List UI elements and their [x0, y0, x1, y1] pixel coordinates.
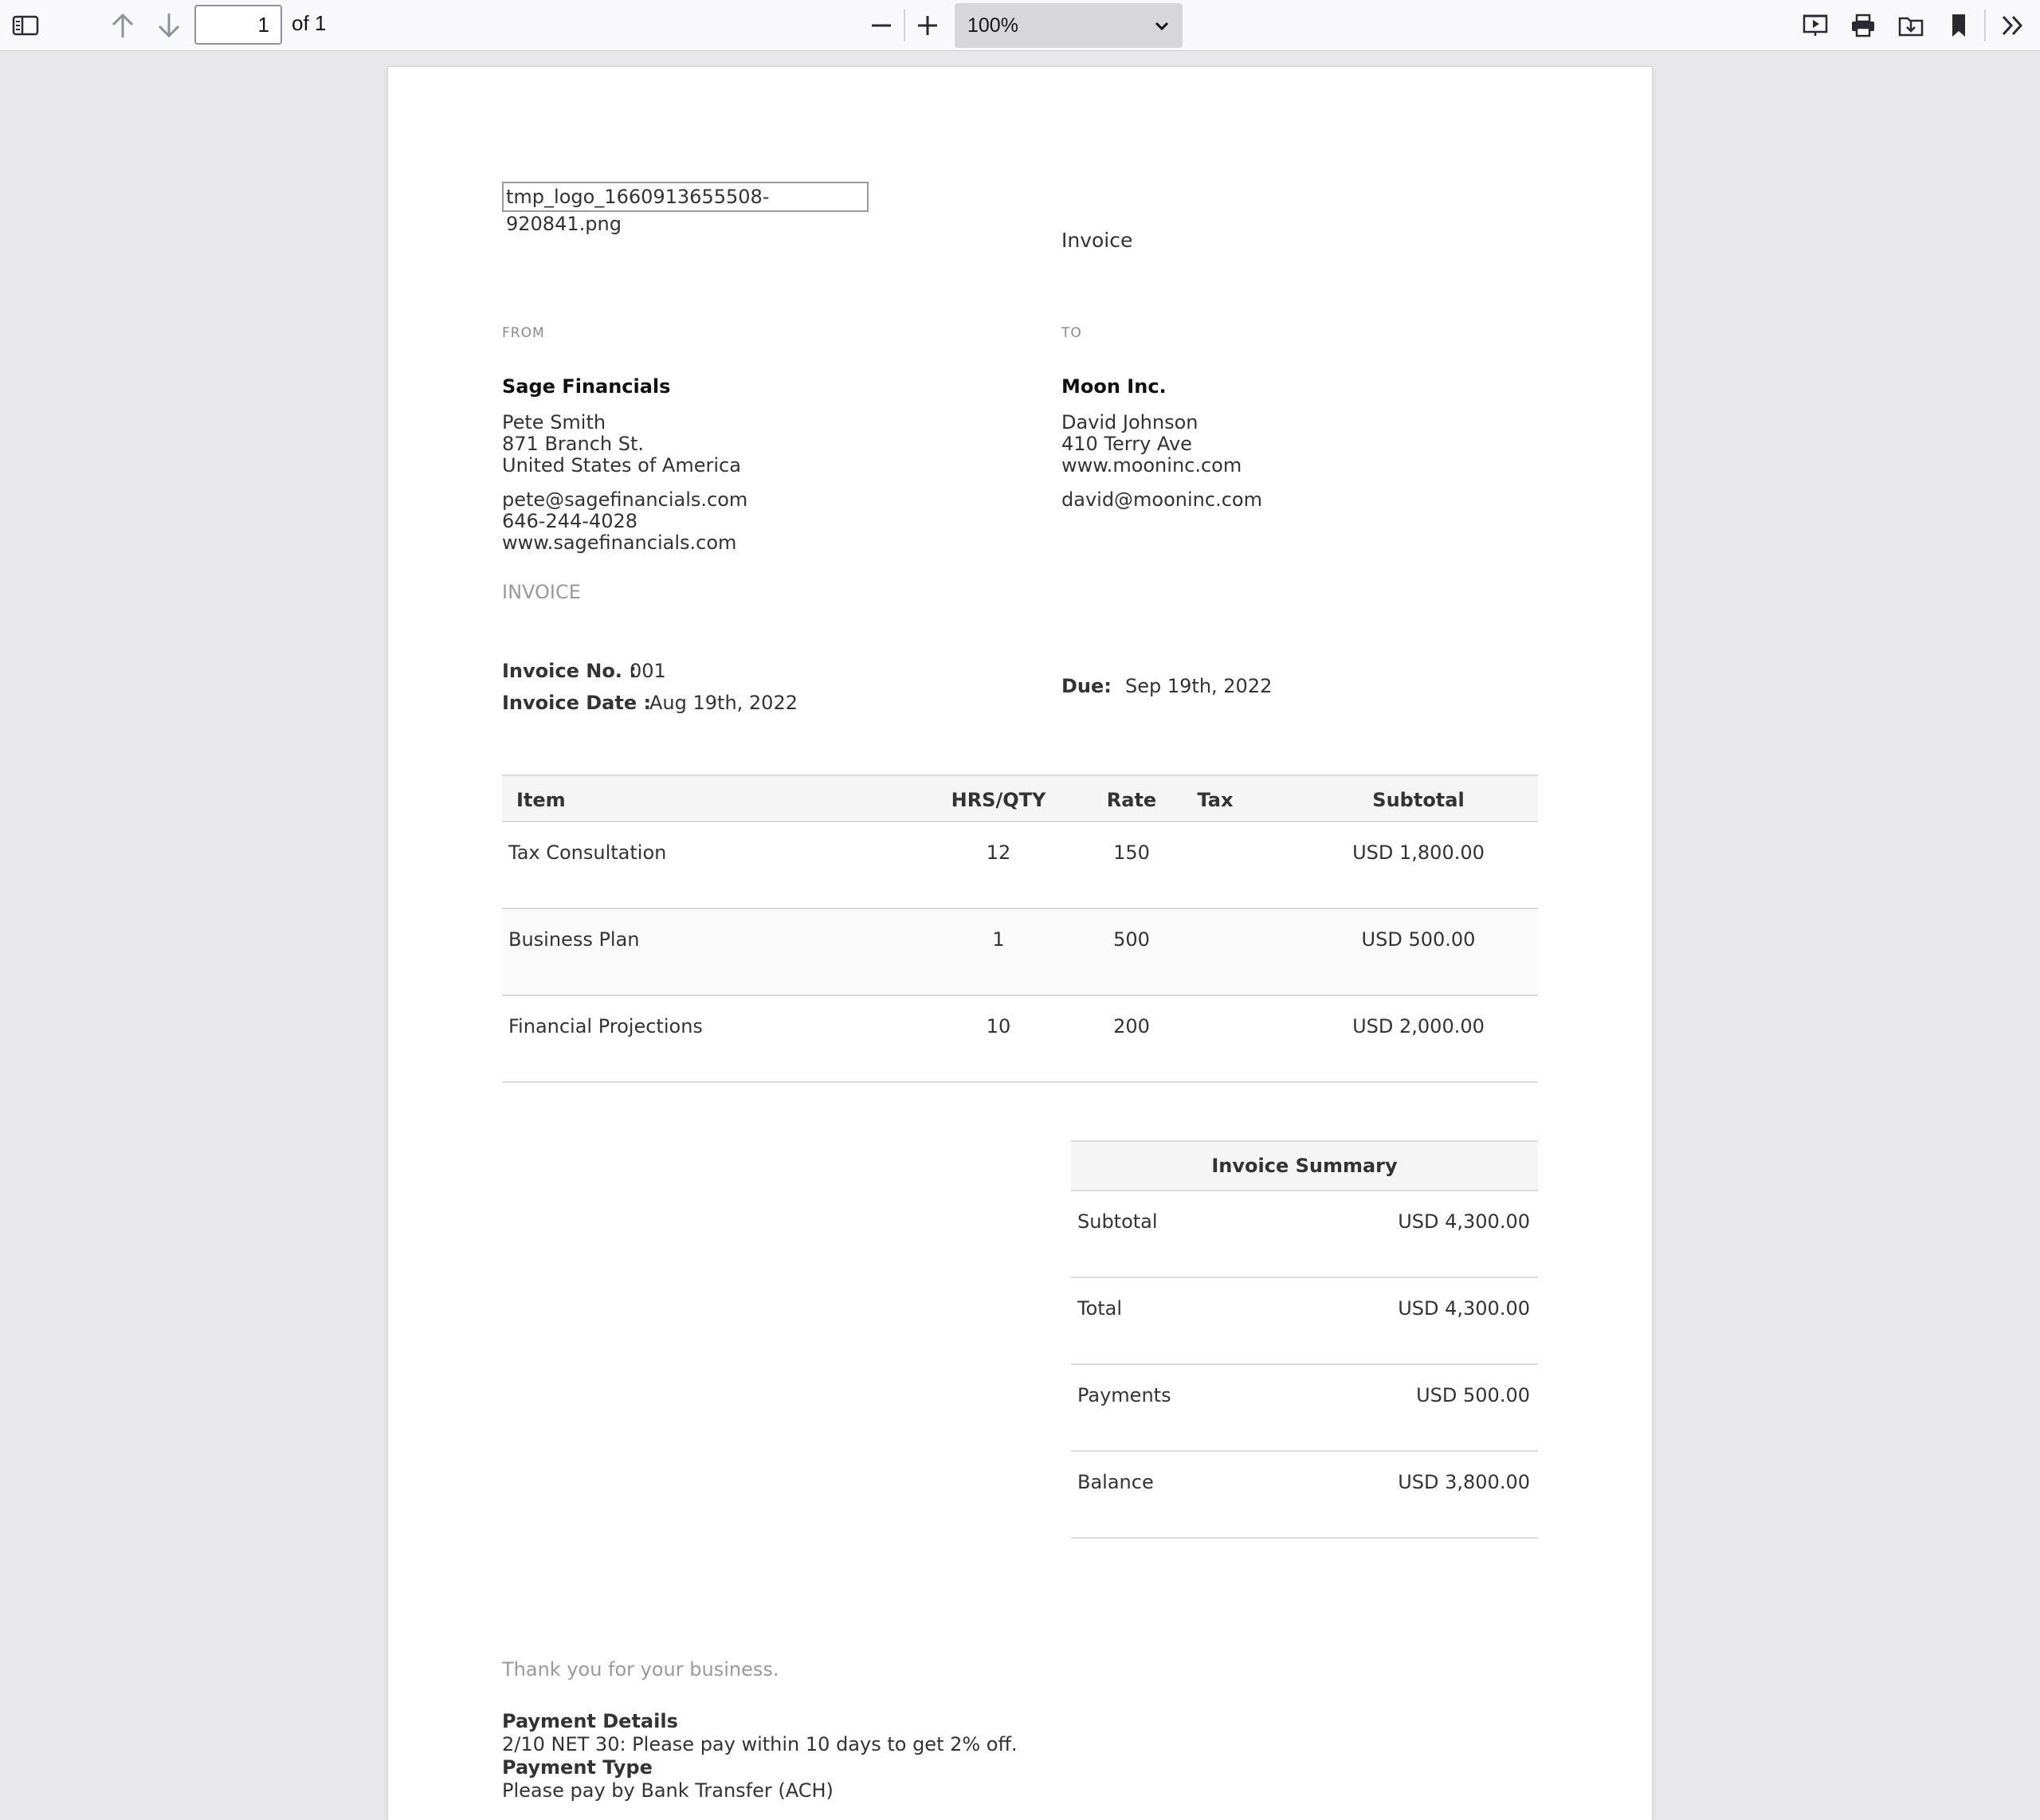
- row-item: Tax Consultation: [508, 841, 667, 864]
- previous-page-button[interactable]: [104, 6, 142, 45]
- row-rate: 200: [1113, 1015, 1150, 1037]
- header-qty: HRS/QTY: [951, 789, 1046, 811]
- print-icon: [1850, 14, 1876, 37]
- toolbar-divider: [1984, 10, 1986, 41]
- header-tax: Tax: [1197, 789, 1234, 811]
- row-qty: 10: [986, 1015, 1011, 1037]
- row-qty: 12: [986, 841, 1011, 864]
- from-phone: 646-244-4028: [502, 510, 638, 532]
- summary-label: Payments: [1077, 1384, 1171, 1406]
- bookmark-icon: [1949, 13, 1968, 38]
- from-company: Sage Financials: [502, 375, 671, 398]
- arrow-down-icon: [157, 12, 181, 39]
- from-address-line2: United States of America: [502, 454, 741, 477]
- payment-details-label: Payment Details: [502, 1710, 678, 1732]
- tools-menu-button[interactable]: [1994, 6, 2032, 45]
- sidebar-toggle-button[interactable]: [6, 6, 45, 45]
- from-label: FROM: [502, 325, 545, 341]
- zoom-value: 100%: [967, 14, 1018, 37]
- summary-value: USD 4,300.00: [1398, 1297, 1530, 1320]
- summary-row: Payments USD 500.00: [1071, 1365, 1538, 1452]
- thank-you-note: Thank you for your business.: [502, 1658, 779, 1681]
- payment-type: Please pay by Bank Transfer (ACH): [502, 1779, 834, 1802]
- pdf-page: tmp_logo_1660913655508-920841.png Invoic…: [388, 67, 1652, 1820]
- to-website: www.mooninc.com: [1061, 454, 1242, 477]
- invoice-date-label: Invoice Date :: [502, 692, 652, 714]
- invoice-heading: Invoice: [1061, 229, 1133, 252]
- arrow-up-icon: [111, 12, 135, 39]
- to-company: Moon Inc.: [1061, 375, 1167, 398]
- items-table-header: Item HRS/QTY Rate Tax Subtotal: [502, 775, 1538, 822]
- summary-label: Total: [1077, 1297, 1123, 1320]
- save-button[interactable]: [1892, 6, 1930, 45]
- logo-placeholder: tmp_logo_1660913655508-920841.png: [502, 182, 869, 235]
- row-rate: 150: [1113, 841, 1150, 864]
- to-label: TO: [1061, 325, 1082, 341]
- summary-value: USD 3,800.00: [1398, 1471, 1530, 1493]
- from-website: www.sagefinancials.com: [502, 531, 737, 554]
- table-row: Tax Consultation 12 150 USD 1,800.00: [502, 822, 1538, 909]
- zoom-in-button[interactable]: [908, 6, 947, 45]
- zoom-in-icon: [916, 14, 940, 37]
- summary-value: USD 500.00: [1416, 1384, 1530, 1406]
- due-label: Due:: [1061, 675, 1112, 697]
- presentation-icon: [1803, 14, 1828, 37]
- double-chevron-right-icon: [2000, 14, 2026, 37]
- summary-value: USD 4,300.00: [1398, 1210, 1530, 1233]
- to-email: david@mooninc.com: [1061, 488, 1262, 511]
- toolbar-divider: [904, 10, 905, 41]
- header-rate: Rate: [1106, 789, 1157, 811]
- chevron-down-icon: [1154, 14, 1170, 37]
- zoom-out-icon: [869, 14, 893, 37]
- row-rate: 500: [1113, 928, 1150, 951]
- header-subtotal: Subtotal: [1372, 789, 1465, 811]
- summary-row: Total USD 4,300.00: [1071, 1278, 1538, 1365]
- row-item: Business Plan: [508, 928, 640, 951]
- invoice-number-label: Invoice No. :: [502, 660, 637, 682]
- from-email: pete@sagefinancials.com: [502, 488, 748, 511]
- summary-label: Balance: [1077, 1471, 1154, 1493]
- invoice-number: 001: [630, 660, 666, 682]
- sidebar-toggle-icon: [12, 14, 39, 37]
- bookmark-button[interactable]: [1940, 6, 1978, 45]
- zoom-out-button[interactable]: [862, 6, 900, 45]
- row-subtotal: USD 1,800.00: [1352, 841, 1485, 864]
- page-number-input[interactable]: [194, 5, 282, 45]
- row-qty: 1: [992, 928, 1005, 951]
- to-contact: David Johnson: [1061, 411, 1198, 433]
- invoice-summary-header: Invoice Summary: [1071, 1140, 1538, 1191]
- row-item: Financial Projections: [508, 1015, 703, 1037]
- summary-label: Subtotal: [1077, 1210, 1158, 1233]
- save-icon: [1898, 14, 1924, 37]
- payment-type-label: Payment Type: [502, 1756, 653, 1779]
- table-row: Financial Projections 10 200 USD 2,000.0…: [502, 996, 1538, 1083]
- presentation-mode-button[interactable]: [1796, 6, 1834, 45]
- document-label: INVOICE: [502, 581, 581, 603]
- payment-details: 2/10 NET 30: Please pay within 10 days t…: [502, 1733, 1018, 1755]
- from-address-line1: 871 Branch St.: [502, 433, 644, 455]
- pdf-toolbar: of 1 100%: [0, 0, 2040, 51]
- table-row: Business Plan 1 500 USD 500.00: [502, 909, 1538, 996]
- due-date: Sep 19th, 2022: [1125, 675, 1273, 697]
- to-address-line1: 410 Terry Ave: [1061, 433, 1192, 455]
- zoom-select[interactable]: 100%: [955, 3, 1183, 48]
- header-item: Item: [516, 789, 566, 811]
- summary-row: Balance USD 3,800.00: [1071, 1452, 1538, 1539]
- from-contact: Pete Smith: [502, 411, 606, 433]
- next-page-button[interactable]: [150, 6, 188, 45]
- summary-row: Subtotal USD 4,300.00: [1071, 1191, 1538, 1278]
- row-subtotal: USD 500.00: [1361, 928, 1476, 951]
- invoice-date: Aug 19th, 2022: [649, 692, 798, 714]
- print-button[interactable]: [1844, 6, 1882, 45]
- page-count-label: of 1: [292, 11, 327, 35]
- row-subtotal: USD 2,000.00: [1352, 1015, 1485, 1037]
